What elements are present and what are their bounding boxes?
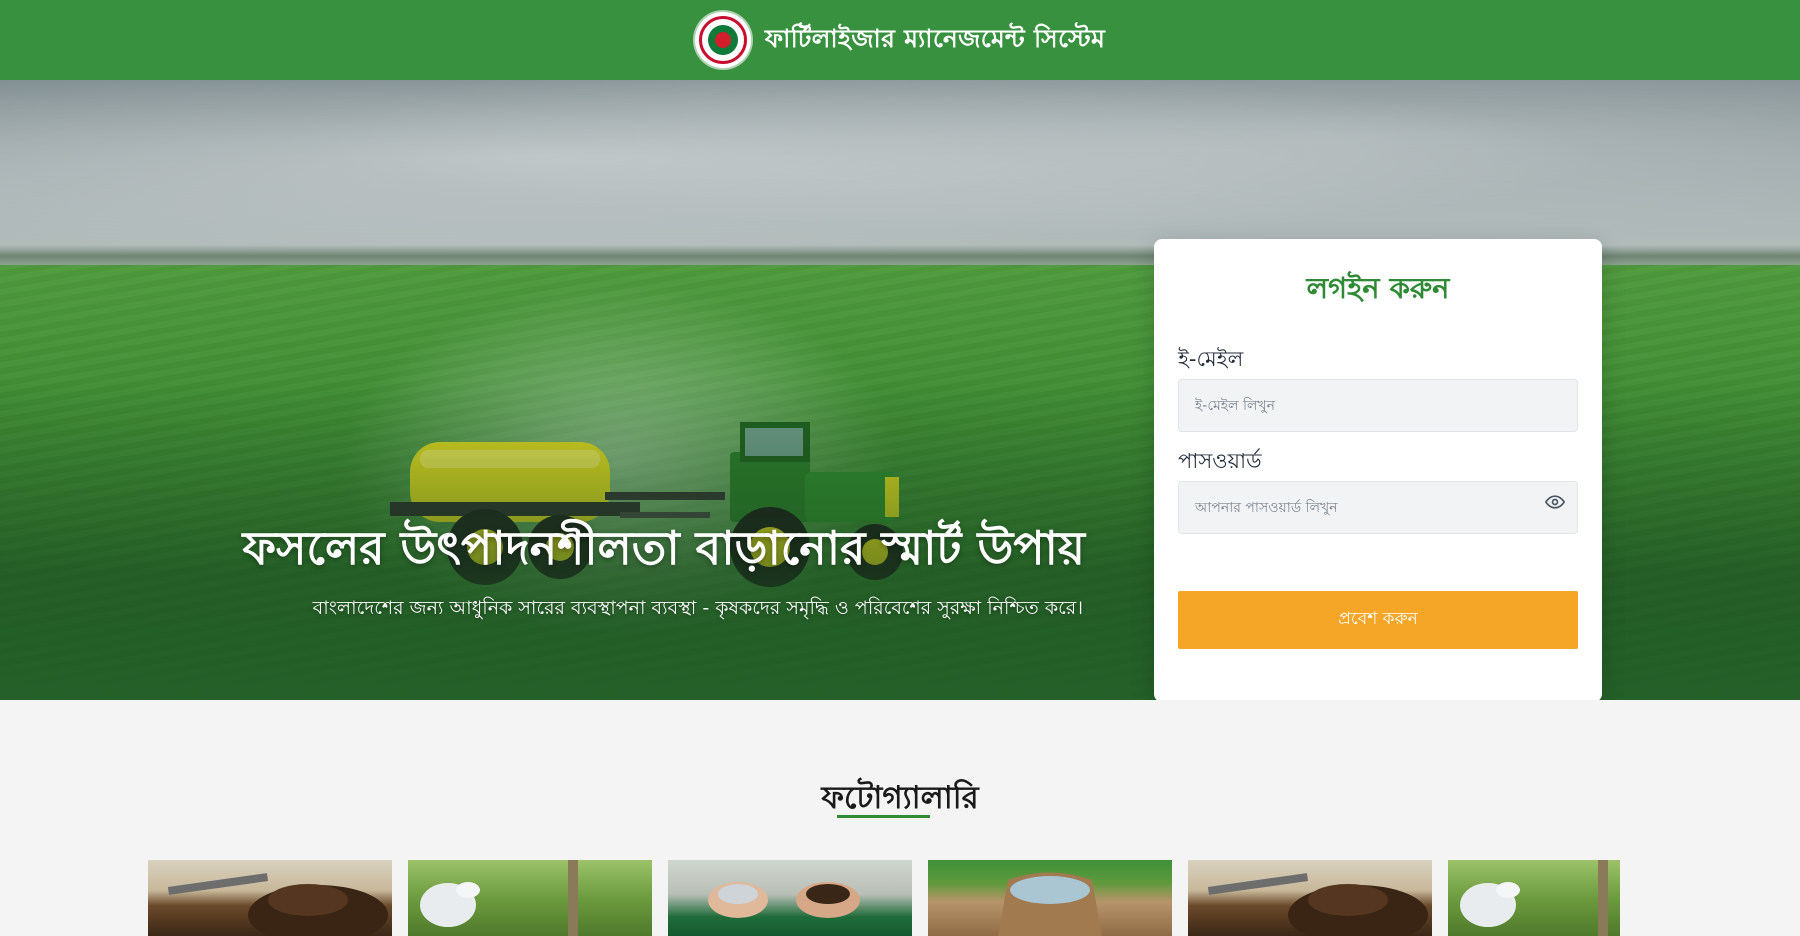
eye-icon[interactable] <box>1544 491 1566 513</box>
fertilizer-sack-image[interactable] <box>928 860 1172 936</box>
hands-holding-fertilizer-image[interactable] <box>668 860 912 936</box>
gloved-hand-planting-image[interactable] <box>408 860 652 936</box>
site-title[interactable]: ফার্টিলাইজার ম্যানেজমেন্ট সিস্টেম <box>765 19 1105 62</box>
hero-subtitle: বাংলাদেশের জন্য আধুনিক সারের ব্যবস্থাপনা… <box>312 597 1083 619</box>
top-header: ফার্টিলাইজার ম্যানেজমেন্ট সিস্টেম <box>0 0 1800 80</box>
gloved-hand-planting-image[interactable] <box>1448 860 1620 936</box>
photo-gallery <box>148 860 1620 936</box>
password-field[interactable] <box>1178 481 1578 534</box>
gallery-title: ফটোগ্যালারি <box>821 780 979 816</box>
login-submit-button[interactable]: প্রবেশ করুন <box>1178 591 1578 649</box>
login-title: লগইন করুন <box>1306 271 1450 305</box>
government-emblem-icon[interactable] <box>694 12 751 68</box>
email-field[interactable] <box>1178 379 1578 432</box>
hero-headline: ফসলের উৎপাদনশীলতা বাড়ানোর স্মার্ট উপায় <box>242 521 1085 575</box>
soil-shovel-image[interactable] <box>148 860 392 936</box>
password-label: পাসওয়ার্ড <box>1178 449 1262 473</box>
login-form: লগইন করুন ই-মেইল পাসওয়ার্ড প্রবেশ করুন <box>1154 239 1602 700</box>
email-label: ই-মেইল <box>1178 347 1244 371</box>
gallery-title-underline <box>837 815 930 818</box>
soil-shovel-image[interactable] <box>1188 860 1432 936</box>
hero-banner: ফসলের উৎপাদনশীলতা বাড়ানোর স্মার্ট উপায়… <box>0 80 1800 700</box>
